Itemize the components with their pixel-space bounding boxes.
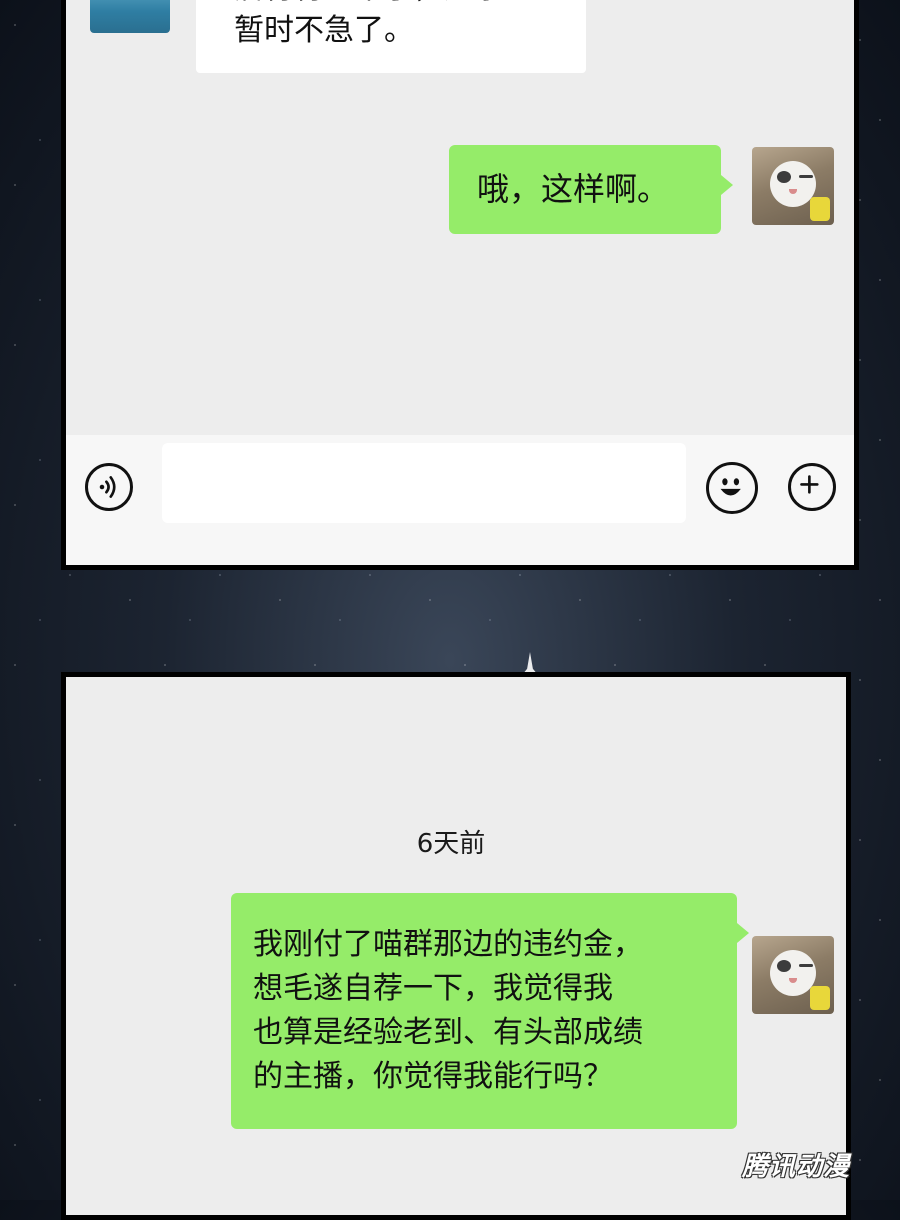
chat-panel-bottom: 6天前 我刚付了喵群那边的违约金， 想毛遂自荐一下，我觉得我 也算是经验老到、有… <box>61 672 851 1220</box>
voice-icon[interactable] <box>85 463 133 511</box>
cat-eye <box>777 171 791 183</box>
message-input[interactable] <box>162 443 686 523</box>
smiley-icon-glyph <box>720 478 741 496</box>
outgoing-message-bubble-long[interactable]: 我刚付了喵群那边的违约金， 想毛遂自荐一下，我觉得我 也算是经验老到、有头部成绩… <box>231 893 749 1129</box>
outgoing-message-bubble[interactable]: 哦，这样啊。 <box>449 145 733 234</box>
chat-panel-top: 詹青青过来了，这事 暂时不急了。 哦，这样啊。 <box>61 0 859 570</box>
smiley-icon[interactable] <box>706 462 758 514</box>
cat-mouth <box>789 189 797 194</box>
message-line: 想毛遂自荐一下，我觉得我 <box>253 971 613 1006</box>
incoming-message-bubble[interactable]: 詹青青过来了，这事 暂时不急了。 <box>196 0 586 73</box>
user-avatar[interactable] <box>752 147 834 225</box>
outgoing-message-text: 哦，这样啊。 <box>477 170 670 208</box>
chat-input-bar <box>66 435 854 565</box>
message-line: 我刚付了喵群那边的违约金， <box>253 927 643 962</box>
cat-toy <box>810 197 830 221</box>
cat-eye <box>777 960 791 972</box>
message-line: 的主播，你觉得我能行吗？ <box>253 1059 613 1094</box>
plus-icon-glyph <box>800 475 819 494</box>
watermark-logo: 腾讯动漫 <box>742 1152 851 1182</box>
message-timestamp: 6天前 <box>416 829 486 859</box>
message-line: 也算是经验老到、有头部成绩 <box>253 1015 643 1050</box>
cat-mouth <box>789 978 797 983</box>
user-avatar[interactable] <box>752 936 834 1014</box>
cat-eye-closed <box>799 175 813 178</box>
contact-avatar[interactable] <box>90 0 170 33</box>
cat-toy <box>810 986 830 1010</box>
voice-icon-glyph <box>99 476 116 498</box>
cat-eye-closed <box>799 964 813 967</box>
incoming-message-line: 暂时不急了。 <box>234 13 414 48</box>
plus-icon[interactable] <box>788 463 836 511</box>
